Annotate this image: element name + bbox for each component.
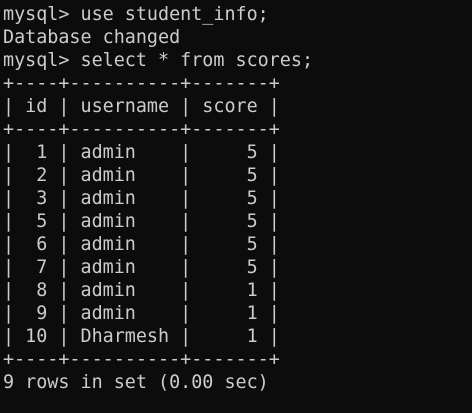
terminal-window[interactable]: mysql> use student_info; Database change…: [0, 0, 472, 413]
table-row: | 5 | admin | 5 |: [3, 211, 280, 232]
table-row: | 2 | admin | 5 |: [3, 165, 280, 186]
table-row: | 8 | admin | 1 |: [3, 280, 280, 301]
prompt-line-select: mysql> select * from scores;: [3, 50, 314, 71]
table-row: | 7 | admin | 5 |: [3, 257, 280, 278]
table-row: | 1 | admin | 5 |: [3, 142, 280, 163]
table-border-top: +----+----------+-------+: [3, 73, 280, 94]
table-row: | 9 | admin | 1 |: [3, 303, 280, 324]
table-row: | 3 | admin | 5 |: [3, 188, 280, 209]
output-database-changed: Database changed: [3, 27, 181, 48]
table-row: | 6 | admin | 5 |: [3, 234, 280, 255]
table-border-bottom: +----+----------+-------+: [3, 349, 280, 370]
prompt-line-use-db: mysql> use student_info;: [3, 4, 269, 25]
output-row-count: 9 rows in set (0.00 sec): [3, 372, 269, 393]
table-header-row: | id | username | score |: [3, 96, 280, 117]
table-row: | 10 | Dharmesh | 1 |: [3, 326, 280, 347]
table-border-header: +----+----------+-------+: [3, 119, 280, 140]
